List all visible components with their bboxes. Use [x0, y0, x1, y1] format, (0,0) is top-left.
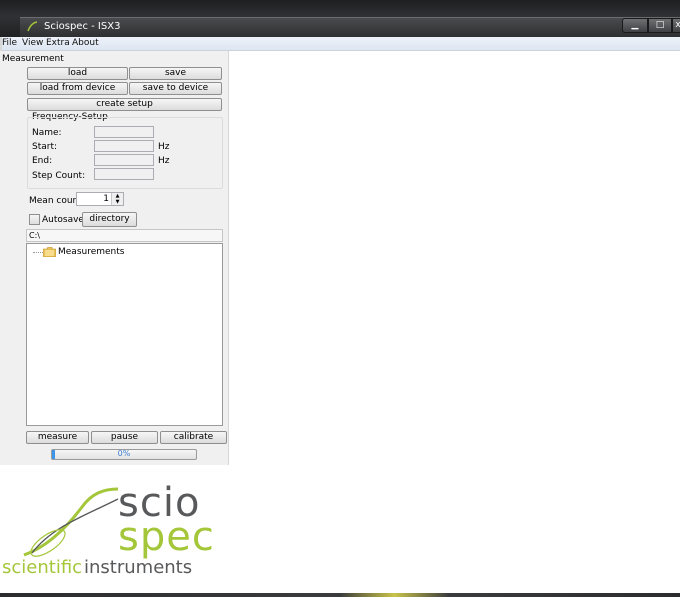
logo-tagline-instruments: instruments	[84, 557, 193, 578]
load-button[interactable]: load	[27, 67, 128, 80]
end-field[interactable]	[94, 154, 154, 166]
minimize-button[interactable]: ▁	[622, 18, 648, 33]
mean-count-spinbox[interactable]: 1 ▲ ▼	[76, 192, 124, 206]
progress-text: 0%	[117, 449, 131, 458]
directory-button[interactable]: directory	[82, 212, 137, 227]
load-from-device-button[interactable]: load from device	[27, 82, 128, 95]
measurement-label: Measurement	[2, 54, 64, 64]
measure-button[interactable]: measure	[26, 431, 89, 444]
step-count-field[interactable]	[94, 168, 154, 180]
pause-button[interactable]: pause	[91, 431, 158, 444]
end-label: End:	[32, 156, 53, 166]
close-button[interactable]: x	[672, 18, 680, 33]
path-bar: C:\	[26, 229, 223, 242]
mean-count-value: 1	[103, 194, 109, 204]
spin-arrows-icon[interactable]: ▲ ▼	[111, 193, 123, 205]
logo-mark-icon	[23, 487, 119, 557]
create-setup-button[interactable]: create setup	[27, 98, 222, 111]
tree-item-measurements[interactable]: Measurements	[58, 247, 124, 257]
name-field[interactable]	[94, 126, 154, 138]
menu-file[interactable]: File	[2, 38, 17, 48]
window-title: Sciospec - ISX3	[44, 21, 121, 32]
mean-count-label: Mean count	[29, 196, 82, 206]
folder-icon	[43, 247, 56, 257]
menu-bar: File View Extra About	[0, 37, 680, 51]
save-button[interactable]: save	[129, 67, 222, 80]
start-field[interactable]	[94, 140, 154, 152]
end-unit: Hz	[158, 156, 170, 166]
start-label: Start:	[32, 142, 58, 152]
sciospec-logo: scio spec scientific instruments	[0, 465, 228, 595]
save-to-device-button[interactable]: save to device	[129, 82, 222, 95]
maximize-button[interactable]: □	[648, 18, 672, 33]
logo-tagline-scientific: scientific	[2, 557, 83, 578]
menu-about[interactable]: About	[72, 38, 99, 48]
progress-bar: 0%	[51, 449, 197, 460]
step-count-label: Step Count:	[32, 171, 86, 181]
file-tree[interactable]: Measurements	[26, 243, 223, 426]
calibrate-button[interactable]: calibrate	[160, 431, 227, 444]
autosave-label: Autosave	[42, 215, 84, 225]
start-unit: Hz	[158, 142, 170, 152]
menu-view[interactable]: View	[22, 38, 43, 48]
menu-extra[interactable]: Extra	[46, 38, 70, 48]
autosave-checkbox[interactable]	[29, 214, 40, 225]
app-icon	[27, 21, 38, 32]
window-bottom-edge	[0, 593, 680, 597]
logo-spec: spec	[118, 514, 215, 560]
name-label: Name:	[32, 128, 62, 138]
